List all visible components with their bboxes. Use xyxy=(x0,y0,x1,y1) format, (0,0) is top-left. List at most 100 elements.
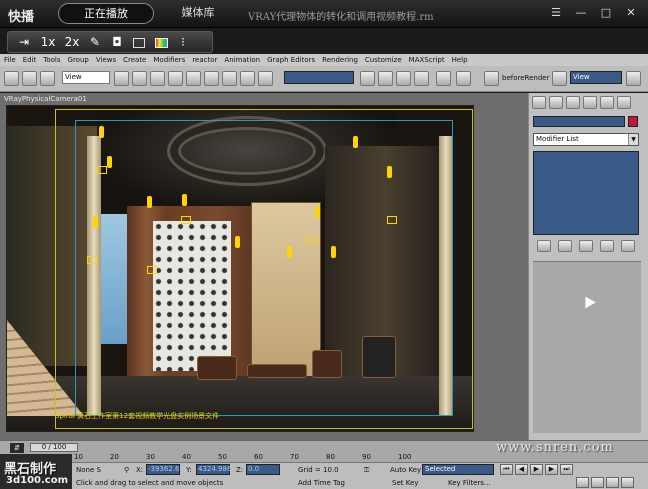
z-coordinate-field[interactable]: 0.0 xyxy=(246,464,280,475)
spinner-snap-icon[interactable] xyxy=(240,71,255,86)
pivot-icon[interactable] xyxy=(114,71,129,86)
zoom-icon[interactable] xyxy=(576,477,589,488)
menu-item-help[interactable]: Help xyxy=(452,54,468,66)
schematic-icon[interactable] xyxy=(414,71,429,86)
tab-media-library[interactable]: 媒体库 xyxy=(158,3,238,24)
object-color-swatch[interactable] xyxy=(628,116,638,127)
configure-sets-icon[interactable] xyxy=(621,240,636,252)
reference-coord-dropdown[interactable]: View xyxy=(62,71,110,84)
speed-1x-button[interactable]: 1x xyxy=(38,35,58,49)
chevron-down-icon: ▼ xyxy=(628,134,638,145)
angle-snap-icon[interactable] xyxy=(204,71,219,86)
select-filter-icon[interactable] xyxy=(132,71,147,86)
percent-snap-icon[interactable] xyxy=(222,71,237,86)
menu-item-modifiers[interactable]: Modifiers xyxy=(153,54,185,66)
maximize-viewport-icon[interactable] xyxy=(621,477,634,488)
previous-frame-icon[interactable]: ◀ xyxy=(515,464,528,475)
auto-key-button[interactable]: Auto Key xyxy=(390,466,421,474)
settings-icon[interactable]: ⁝ xyxy=(174,35,192,49)
menu-item-group[interactable]: Group xyxy=(68,54,89,66)
menu-item-rendering[interactable]: Rendering xyxy=(322,54,358,66)
maximize-icon[interactable]: □ xyxy=(595,4,617,22)
modify-tab-icon[interactable] xyxy=(549,96,563,109)
utilities-tab-icon[interactable] xyxy=(617,96,631,109)
material-editor-icon[interactable] xyxy=(436,71,451,86)
render-view-dropdown[interactable]: View xyxy=(570,71,622,84)
key-mode-dropdown[interactable]: Selected xyxy=(422,464,494,475)
layer-icon[interactable] xyxy=(378,71,393,86)
fullscreen-icon[interactable] xyxy=(130,35,148,49)
speed-2x-button[interactable]: 2x xyxy=(62,35,82,49)
parameters-rollout xyxy=(533,261,641,433)
object-name-field[interactable] xyxy=(533,116,625,127)
menu-item-maxscript[interactable]: MAXScript xyxy=(409,54,445,66)
menu-item-create[interactable]: Create xyxy=(123,54,146,66)
select-icon[interactable] xyxy=(4,71,19,86)
key-filters-button[interactable]: Key Filters... xyxy=(448,479,491,487)
show-end-result-icon[interactable] xyxy=(557,240,572,252)
lock-icon[interactable]: ⚲ xyxy=(124,466,129,474)
select-region-icon[interactable] xyxy=(150,71,165,86)
menu-item-edit[interactable]: Edit xyxy=(23,54,37,66)
menu-item-graph-editors[interactable]: Graph Editors xyxy=(267,54,315,66)
hierarchy-tab-icon[interactable] xyxy=(566,96,580,109)
render-setup-icon[interactable] xyxy=(456,71,471,86)
make-unique-icon[interactable] xyxy=(578,240,593,252)
go-to-end-icon[interactable]: ⏭ xyxy=(560,464,573,475)
quick-render-icon[interactable] xyxy=(626,71,641,86)
tab-now-playing[interactable]: 正在播放 xyxy=(58,3,154,24)
motion-tab-icon[interactable] xyxy=(583,96,597,109)
next-frame-icon[interactable]: ▶ xyxy=(545,464,558,475)
camera-viewport[interactable]: Spiral 黄石工作室第12套视频教学光盘实例场景文件 xyxy=(6,105,474,432)
play-icon[interactable]: ▶ xyxy=(530,464,543,475)
time-slider[interactable]: 0 / 100 xyxy=(30,443,78,452)
named-selection-dropdown[interactable] xyxy=(284,71,354,84)
menu-item-animation[interactable]: Animation xyxy=(224,54,260,66)
set-key-button[interactable]: Set Key xyxy=(392,479,418,487)
render-frame-icon[interactable] xyxy=(484,71,499,86)
x-coordinate-field[interactable]: -39362.676 xyxy=(146,464,188,475)
modifier-stack[interactable] xyxy=(533,151,639,235)
tick-label: 40 xyxy=(182,453,191,461)
mirror-icon[interactable] xyxy=(258,71,273,86)
watermark-url: www.snren.com xyxy=(496,440,614,455)
edit-icon[interactable]: ✎ xyxy=(86,35,104,49)
pan-icon[interactable] xyxy=(591,477,604,488)
modifier-list-dropdown[interactable]: Modifier List ▼ xyxy=(533,133,639,146)
tick-label: 10 xyxy=(74,453,83,461)
curve-editor-icon[interactable] xyxy=(396,71,411,86)
tick-label: 60 xyxy=(254,453,263,461)
rotate-icon[interactable] xyxy=(22,71,37,86)
window-crossing-icon[interactable] xyxy=(168,71,183,86)
scale-icon[interactable] xyxy=(40,71,55,86)
menu-item-customize[interactable]: Customize xyxy=(365,54,402,66)
grid-size: Grid = 10.0 xyxy=(298,466,339,474)
pin-stack-icon[interactable] xyxy=(536,240,551,252)
y-coordinate-field[interactable]: 4324.986 xyxy=(196,464,231,475)
close-icon[interactable]: ✕ xyxy=(620,4,642,22)
key-icon[interactable]: ⚿ xyxy=(364,466,369,475)
viewport-label[interactable]: VRayPhysicalCamera01 xyxy=(4,95,87,103)
camera-icon[interactable]: ◘ xyxy=(108,35,126,49)
snap-icon[interactable] xyxy=(186,71,201,86)
scene-caption: Spiral 黄石工作室第12套视频教学光盘实例场景文件 xyxy=(55,412,220,420)
create-tab-icon[interactable] xyxy=(532,96,546,109)
minimize-icon[interactable]: — xyxy=(570,4,592,22)
go-to-start-icon[interactable]: ⏮ xyxy=(500,464,513,475)
align-icon[interactable] xyxy=(360,71,375,86)
display-tab-icon[interactable] xyxy=(600,96,614,109)
menu-item-reactor[interactable]: reactor xyxy=(192,54,217,66)
color-adjust-icon[interactable] xyxy=(152,35,170,49)
menu-item-views[interactable]: Views xyxy=(96,54,116,66)
add-time-tag-button[interactable]: Add Time Tag xyxy=(298,479,345,487)
stack-buttons xyxy=(533,240,639,254)
remove-modifier-icon[interactable] xyxy=(600,240,615,252)
render-type-icon[interactable] xyxy=(552,71,567,86)
orbit-icon[interactable] xyxy=(606,477,619,488)
menu-item-tools[interactable]: Tools xyxy=(43,54,60,66)
menu-icon[interactable]: ☰ xyxy=(545,4,567,22)
pin-icon[interactable]: ⇥ xyxy=(14,35,34,49)
tick-label: 70 xyxy=(290,453,299,461)
timeline-toggle-icon[interactable]: ⇵ xyxy=(10,443,24,453)
menu-item-file[interactable]: File xyxy=(4,54,16,66)
